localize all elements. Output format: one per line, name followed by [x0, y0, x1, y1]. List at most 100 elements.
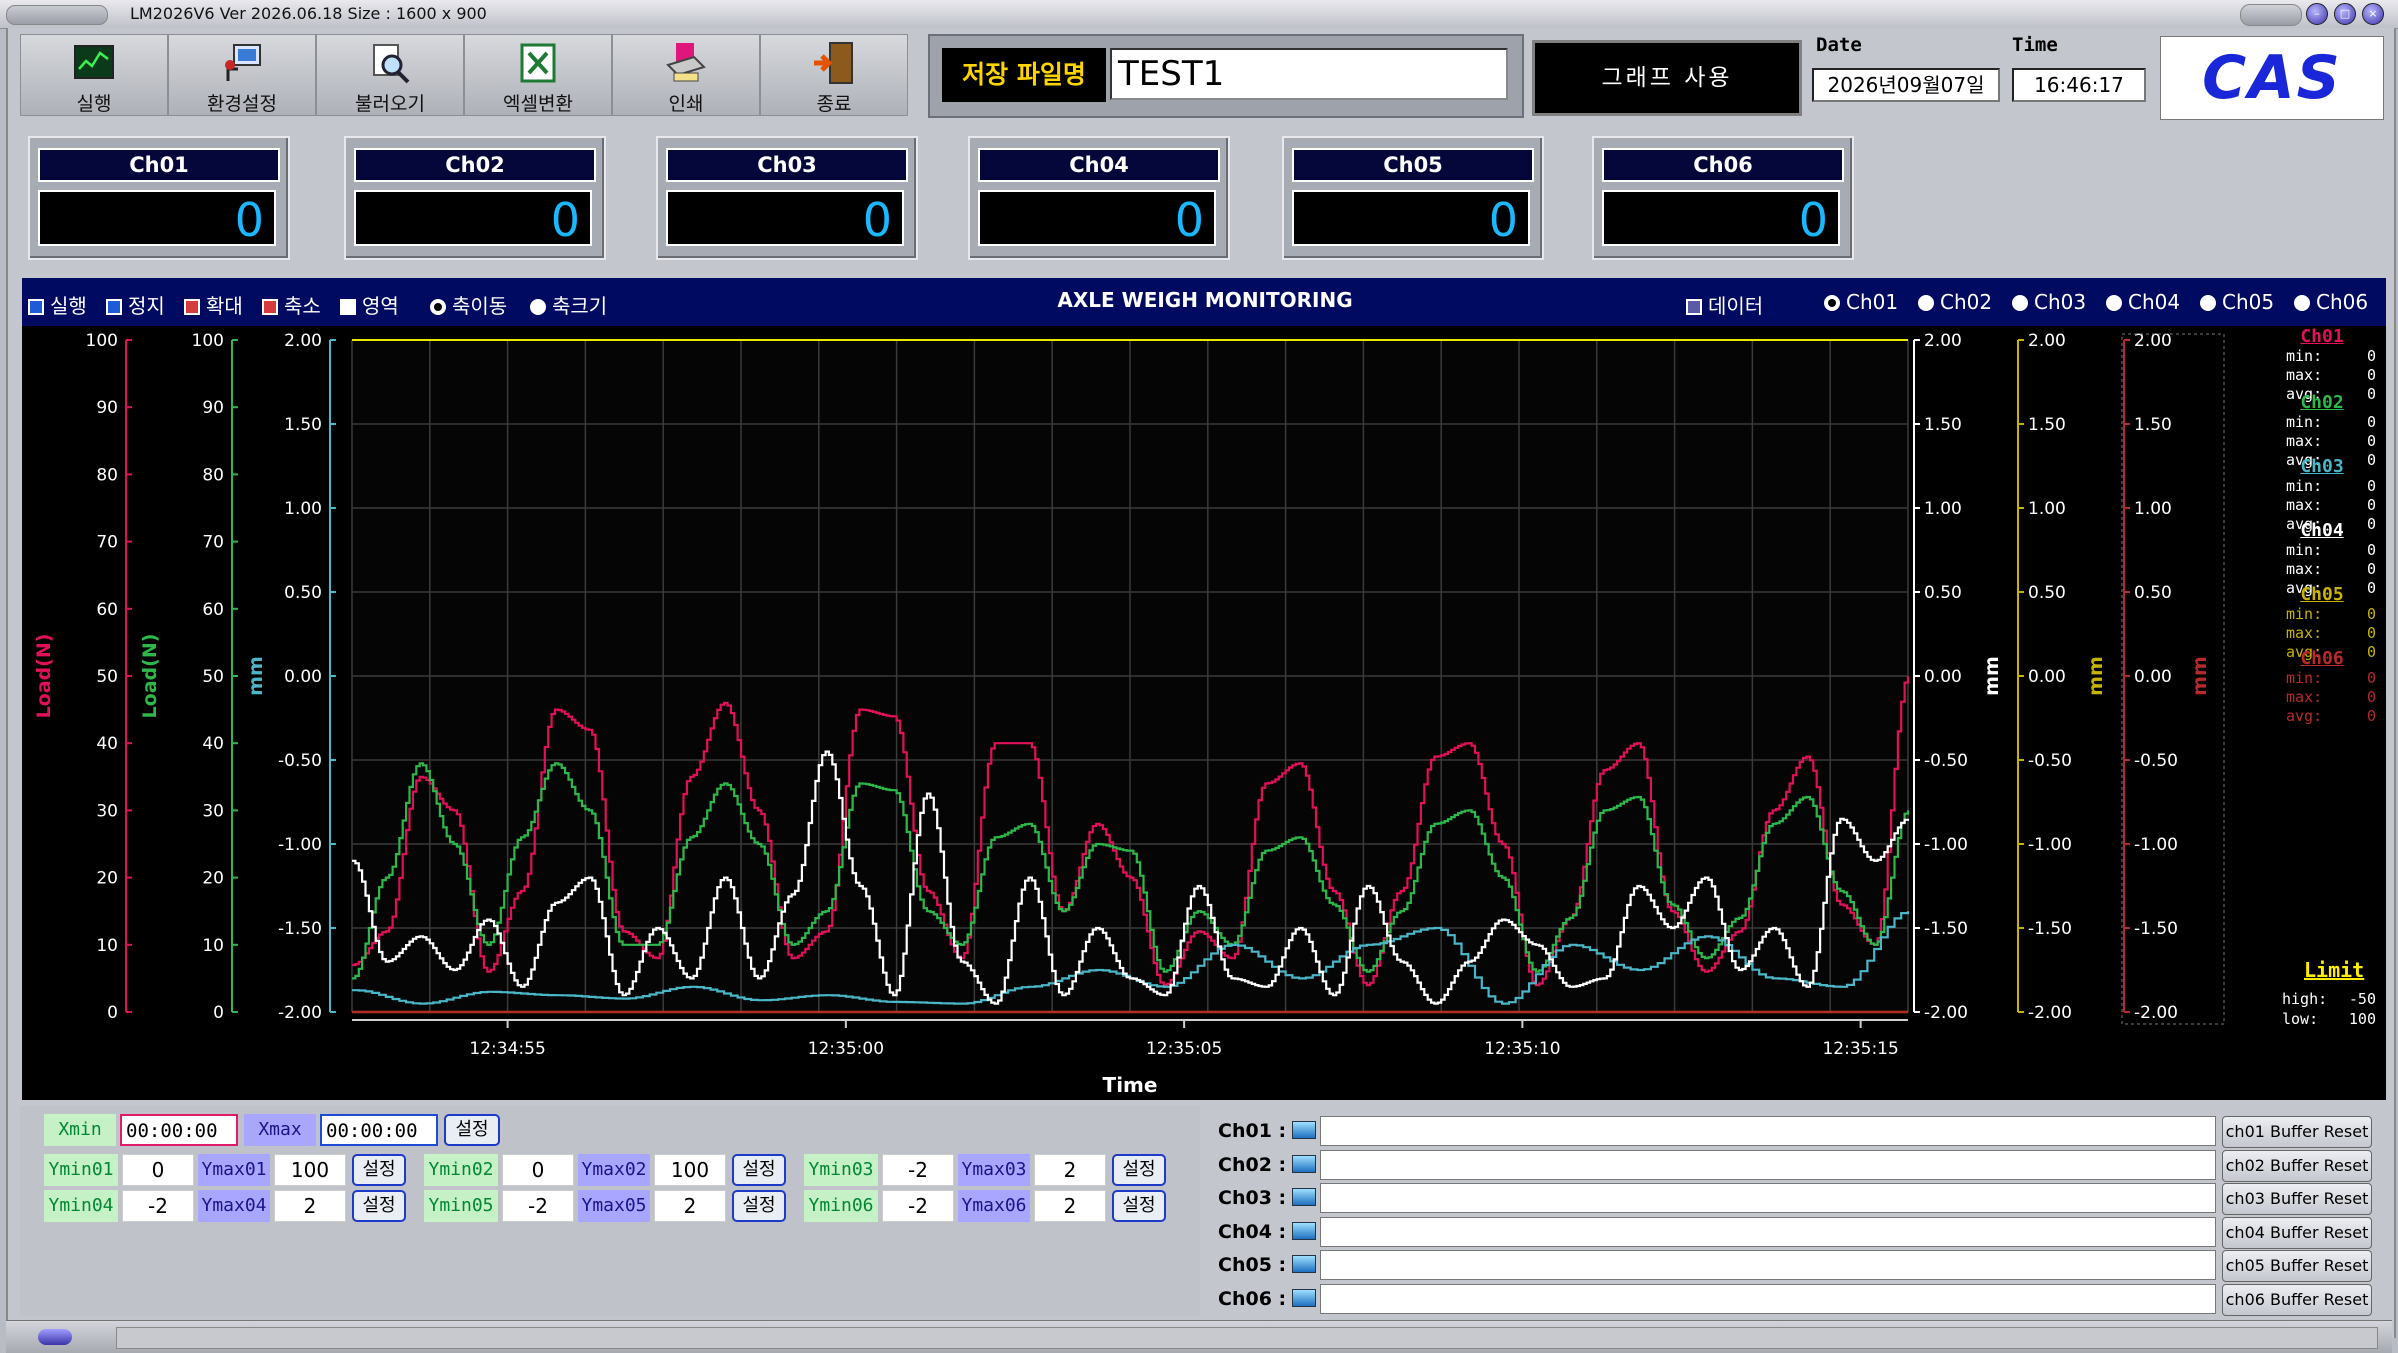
- stats-max-value: 0: [2366, 624, 2376, 642]
- y-set-button[interactable]: 설정: [1112, 1154, 1166, 1186]
- ymin02-field[interactable]: 0: [502, 1154, 574, 1186]
- stats-max-row: max: 0: [2262, 432, 2382, 451]
- stats-avg-value: 0: [2366, 707, 2376, 725]
- titlebar-extra-icon[interactable]: [2240, 4, 2302, 26]
- ymax02-field[interactable]: 100: [654, 1154, 726, 1186]
- ymin04-field[interactable]: -2: [122, 1190, 194, 1222]
- y-set-button[interactable]: 설정: [352, 1190, 406, 1222]
- ymax01-field[interactable]: 100: [274, 1154, 346, 1186]
- ymin05-field[interactable]: -2: [502, 1190, 574, 1222]
- stats-min-row: min: 0: [2262, 413, 2382, 432]
- monitor-icon[interactable]: [1292, 1288, 1317, 1307]
- table-icon: [1686, 299, 1702, 315]
- radio-ch03[interactable]: Ch03: [2012, 290, 2086, 314]
- zoom-out-icon: [262, 299, 278, 315]
- buffer-reset-button[interactable]: ch03 Buffer Reset: [2222, 1183, 2372, 1215]
- ymax03-field[interactable]: 2: [1034, 1154, 1106, 1186]
- run-button[interactable]: 실행: [20, 34, 168, 116]
- stop-toggle[interactable]: 정지: [106, 290, 165, 319]
- data-button[interactable]: 데이터: [1686, 290, 1763, 319]
- exit-button[interactable]: 종료: [760, 34, 908, 116]
- stats-max-row: max: 0: [2262, 624, 2382, 643]
- y-tick-label: -2.00: [278, 1003, 322, 1023]
- buffer-reset-button[interactable]: ch01 Buffer Reset: [2222, 1116, 2372, 1148]
- y-tick-label: 2.00: [1924, 331, 1962, 351]
- limit-low-label: low:: [2282, 1010, 2319, 1028]
- monitor-icon[interactable]: [1292, 1188, 1317, 1206]
- app-menu-icon[interactable]: [6, 5, 108, 25]
- axis-size-radio[interactable]: 축크기: [530, 290, 607, 319]
- x-tick-label: 12:35:05: [1146, 1039, 1222, 1059]
- ymin04-label: Ymin04: [44, 1190, 118, 1222]
- chart[interactable]: 0 10 20 30 40 50 60 70 80 90 100 Load(N) 0 10 20 30 40 50…: [22, 326, 2386, 1100]
- ymax01-label: Ymax01: [198, 1154, 270, 1186]
- file-name-input[interactable]: TEST1: [1110, 48, 1508, 100]
- limit-high-label: high:: [2282, 990, 2328, 1008]
- excel-export-button[interactable]: 엑셀변환: [464, 34, 612, 116]
- channel-value: 0: [1292, 190, 1530, 247]
- ymin03-field[interactable]: -2: [882, 1154, 954, 1186]
- y-tick-label: 1.00: [2134, 499, 2172, 519]
- y-tick-label: -1.50: [2028, 919, 2072, 939]
- y-tick-label: -1.00: [2028, 835, 2072, 855]
- stats-max-value: 0: [2366, 496, 2376, 514]
- channel-value: 0: [666, 190, 904, 247]
- y-set-button[interactable]: 설정: [352, 1154, 406, 1186]
- zoom-out-toggle[interactable]: 축소: [262, 290, 321, 319]
- stats-max-label: max:: [2286, 624, 2323, 642]
- minimize-icon[interactable]: –: [2306, 3, 2328, 25]
- run-toggle[interactable]: 실행: [28, 290, 87, 319]
- time-field: 16:46:17: [2012, 68, 2146, 102]
- ymin06-field[interactable]: -2: [882, 1190, 954, 1222]
- radio-icon: [430, 299, 446, 315]
- limit-low-value: 100: [2348, 1010, 2376, 1028]
- monitor-icon[interactable]: [1292, 1121, 1317, 1139]
- y-set-button[interactable]: 설정: [732, 1154, 786, 1186]
- monitor-icon[interactable]: [1292, 1255, 1317, 1273]
- print-button[interactable]: 인쇄: [612, 34, 760, 116]
- y-tick-label: 100: [86, 331, 118, 351]
- radio-ch05[interactable]: Ch05: [2200, 290, 2274, 314]
- ymax06-field[interactable]: 2: [1034, 1190, 1106, 1222]
- y-tick-label: 0.50: [284, 583, 322, 603]
- channel-name: Ch04: [978, 148, 1220, 182]
- scrollbar[interactable]: [116, 1327, 2378, 1349]
- monitor-icon[interactable]: [1292, 1221, 1317, 1240]
- y-tick-label: -2.00: [1924, 1003, 1968, 1023]
- ymin01-label: Ymin01: [44, 1154, 118, 1186]
- buffer-reset-button[interactable]: ch02 Buffer Reset: [2222, 1149, 2372, 1182]
- zoom-in-toggle[interactable]: 확대: [184, 290, 243, 319]
- buffer-reset-button[interactable]: ch06 Buffer Reset: [2222, 1283, 2372, 1316]
- close-icon[interactable]: ×: [2362, 3, 2384, 25]
- buffer-reset-button[interactable]: ch05 Buffer Reset: [2222, 1250, 2372, 1282]
- stats-block-ch06: Ch06 min: 0 max: 0 avg: 0: [2262, 648, 2382, 726]
- radio-ch02[interactable]: Ch02: [1918, 290, 1992, 314]
- y-set-button[interactable]: 설정: [732, 1190, 786, 1222]
- ymin01-field[interactable]: 0: [122, 1154, 194, 1186]
- settings-button[interactable]: 환경설정: [168, 34, 316, 116]
- monitor-icon[interactable]: [1292, 1154, 1317, 1173]
- axis-move-radio[interactable]: 축이동: [430, 290, 507, 319]
- x-set-button[interactable]: 설정: [444, 1114, 500, 1146]
- use-graph-button[interactable]: 그래프 사용: [1532, 40, 1802, 116]
- radio-ch06[interactable]: Ch06: [2294, 290, 2368, 314]
- exit-door-icon: [814, 42, 853, 84]
- maximize-icon[interactable]: □: [2334, 3, 2356, 25]
- xmax-field[interactable]: 00:00:00: [320, 1114, 438, 1146]
- status-icon: [38, 1329, 72, 1345]
- stats-min-value: 0: [2366, 347, 2376, 365]
- buffer-reset-button[interactable]: ch04 Buffer Reset: [2222, 1216, 2372, 1249]
- y-set-button[interactable]: 설정: [1112, 1190, 1166, 1222]
- xmin-field[interactable]: 00:00:00: [120, 1114, 238, 1146]
- radio-ch01[interactable]: Ch01: [1824, 290, 1898, 314]
- ymax04-field[interactable]: 2: [274, 1190, 346, 1222]
- x-tick-label: 12:35:10: [1484, 1039, 1560, 1059]
- area-toggle[interactable]: 영역: [340, 290, 399, 319]
- ymin03-label: Ymin03: [804, 1154, 878, 1186]
- right-y-axis-label: mm: [2189, 656, 2211, 696]
- y-axis-label: Load(N): [33, 634, 55, 719]
- ymax05-field[interactable]: 2: [654, 1190, 726, 1222]
- radio-ch04[interactable]: Ch04: [2106, 290, 2180, 314]
- y-tick-label: 0.50: [2028, 583, 2066, 603]
- load-button[interactable]: 불러오기: [316, 34, 464, 116]
